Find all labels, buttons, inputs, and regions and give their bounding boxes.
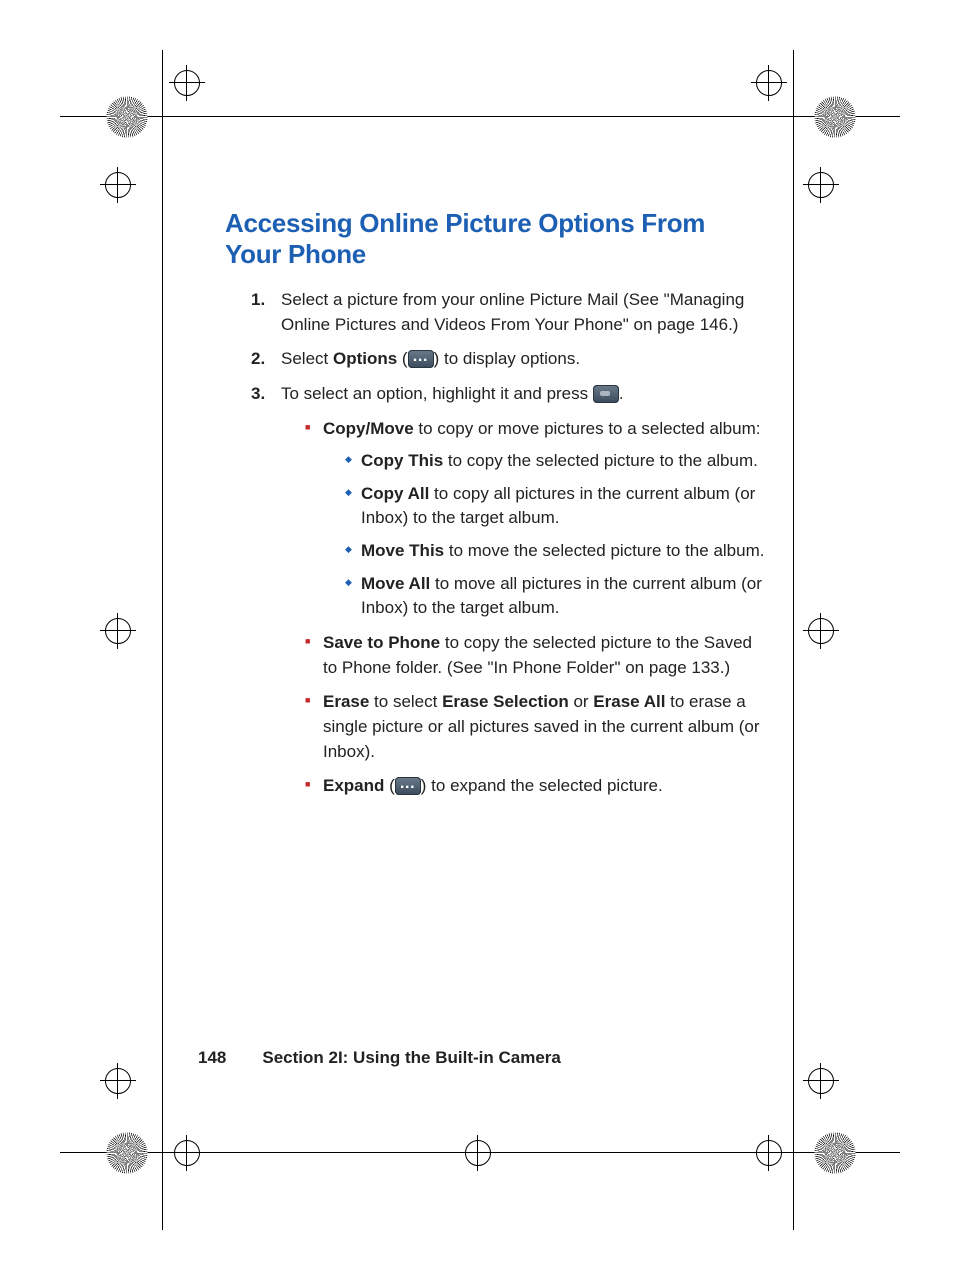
softkey-dots-icon [408, 350, 434, 368]
page-number: 148 [198, 1048, 226, 1067]
step-1: Select a picture from your online Pictur… [251, 288, 765, 337]
registration-mark-icon [174, 70, 200, 96]
registration-mark-icon [808, 172, 834, 198]
option-save-to-phone: Save to Phone to copy the selected pictu… [305, 631, 765, 680]
copymove-text: to copy or move pictures to a selected a… [414, 419, 761, 438]
step-2-text-c: ( [397, 349, 407, 368]
erase-text-b: or [569, 692, 594, 711]
option-expand: Expand ( ) to expand the selected picture… [305, 774, 765, 799]
copymove-label: Copy/Move [323, 419, 414, 438]
step-3-text-b: . [619, 384, 624, 403]
registration-mark-icon [105, 172, 131, 198]
copy-all-label: Copy All [361, 484, 429, 503]
move-this-label: Move This [361, 541, 444, 560]
copymove-sublist: Copy This to copy the selected picture t… [323, 449, 765, 621]
copy-this-text: to copy the selected picture to the albu… [443, 451, 758, 470]
star-mark-icon [814, 1132, 856, 1174]
registration-mark-icon [808, 1068, 834, 1094]
page-footer: 148 Section 2I: Using the Built-in Camera [198, 1048, 561, 1068]
expand-label: Expand [323, 776, 384, 795]
step-3: To select an option, highlight it and pr… [251, 382, 765, 799]
option-copymove: Copy/Move to copy or move pictures to a … [305, 417, 765, 621]
erase-selection-label: Erase Selection [442, 692, 569, 711]
step-2-text-d: ) to display options. [434, 349, 580, 368]
ok-key-icon [593, 385, 619, 403]
expand-text-b: ) to expand the selected picture. [421, 776, 663, 795]
page-content: Accessing Online Picture Options From Yo… [225, 208, 765, 809]
step-3-text-a: To select an option, highlight it and pr… [281, 384, 593, 403]
registration-mark-icon [756, 1140, 782, 1166]
erase-all-label: Erase All [593, 692, 665, 711]
crop-line [793, 50, 794, 1230]
copy-this-label: Copy This [361, 451, 443, 470]
option-erase: Erase to select Erase Selection or Erase… [305, 690, 765, 764]
page-heading: Accessing Online Picture Options From Yo… [225, 208, 765, 270]
registration-mark-icon [756, 70, 782, 96]
sub-move-all: Move All to move all pictures in the cur… [345, 572, 765, 621]
softkey-dots-icon [395, 777, 421, 795]
crop-line [60, 116, 900, 117]
registration-mark-icon [105, 618, 131, 644]
sub-copy-all: Copy All to copy all pictures in the cur… [345, 482, 765, 531]
star-mark-icon [814, 96, 856, 138]
move-all-label: Move All [361, 574, 430, 593]
registration-mark-icon [105, 1068, 131, 1094]
registration-mark-icon [174, 1140, 200, 1166]
registration-mark-icon [465, 1140, 491, 1166]
step-2: Select Options ( ) to display options. [251, 347, 765, 372]
options-label: Options [333, 349, 397, 368]
sub-copy-this: Copy This to copy the selected picture t… [345, 449, 765, 474]
section-title: Section 2I: Using the Built-in Camera [262, 1048, 561, 1067]
erase-label: Erase [323, 692, 369, 711]
crop-line [162, 50, 163, 1230]
star-mark-icon [106, 1132, 148, 1174]
option-list: Copy/Move to copy or move pictures to a … [281, 417, 765, 799]
save-label: Save to Phone [323, 633, 440, 652]
expand-text-a: ( [384, 776, 394, 795]
erase-text-a: to select [369, 692, 442, 711]
step-1-text: Select a picture from your online Pictur… [281, 290, 744, 334]
step-2-text-a: Select [281, 349, 333, 368]
sub-move-this: Move This to move the selected picture t… [345, 539, 765, 564]
step-list: Select a picture from your online Pictur… [225, 288, 765, 799]
registration-mark-icon [808, 618, 834, 644]
star-mark-icon [106, 96, 148, 138]
move-this-text: to move the selected picture to the albu… [444, 541, 764, 560]
